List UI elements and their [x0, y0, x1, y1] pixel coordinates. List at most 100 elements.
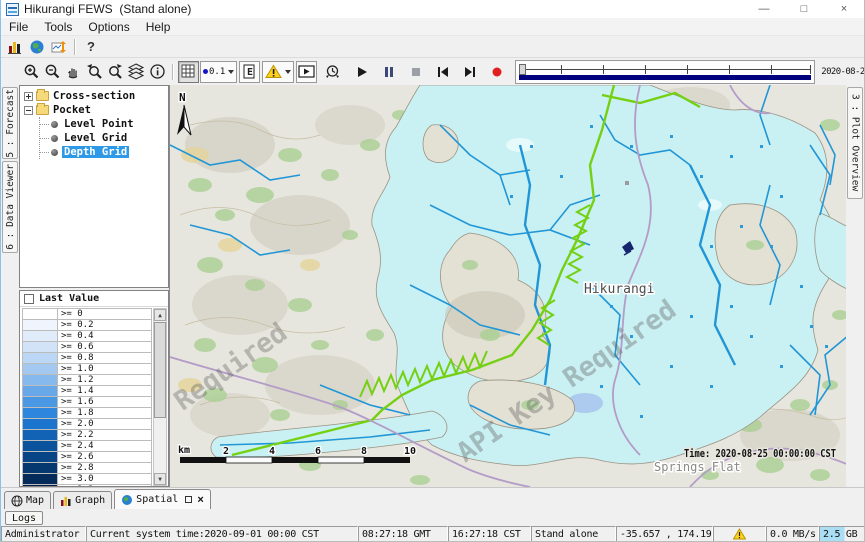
- tree-item-level-point[interactable]: Level Point: [40, 117, 168, 131]
- expand-icon[interactable]: [24, 92, 33, 101]
- right-tab-strip: 3 : Plot Overview: [846, 85, 864, 487]
- menu-file[interactable]: File: [1, 20, 36, 34]
- legend-row[interactable]: >= 1.2: [22, 374, 152, 385]
- step-back-button[interactable]: [432, 61, 453, 83]
- time-slider[interactable]: [515, 60, 815, 84]
- tab-graph[interactable]: Graph: [53, 491, 112, 509]
- legend-row-label: >= 0.4: [58, 330, 152, 341]
- legend-row[interactable]: >= 1.6: [22, 396, 152, 407]
- thresholds-dropdown[interactable]: [262, 61, 294, 83]
- tab-forecast[interactable]: 5 : Forecast: [2, 87, 18, 159]
- map-time-overlay: Time: 2020-08-25 00:00:00 CST: [684, 448, 836, 460]
- legend-color-swatch: [22, 363, 58, 374]
- legend-row[interactable]: >= 2.2: [22, 429, 152, 440]
- legend-row[interactable]: >= 0.4: [22, 330, 152, 341]
- legend-row[interactable]: >= 3.0: [22, 473, 152, 484]
- legend-row-label: >= 2.0: [58, 418, 152, 429]
- time-span-bar: [519, 75, 811, 80]
- zoom-out-button[interactable]: [42, 61, 63, 83]
- legend-row-label: >= 1.8: [58, 407, 152, 418]
- minimize-button[interactable]: —: [744, 0, 784, 18]
- legend-scrollbar[interactable]: ▲ ▼: [153, 308, 167, 486]
- spatial-viewer-button[interactable]: [26, 37, 48, 57]
- legend-row[interactable]: >= 2.8: [22, 462, 152, 473]
- legend-row[interactable]: >= 2.0: [22, 418, 152, 429]
- legend-row[interactable]: >= 0.2: [22, 319, 152, 330]
- status-memory[interactable]: 2.5 GB: [819, 526, 865, 542]
- layers-button[interactable]: [126, 61, 147, 83]
- legend-row-label: >= 0: [58, 308, 152, 319]
- toolbar-separator: [172, 64, 174, 80]
- globe-icon: [121, 494, 133, 506]
- info-button[interactable]: [147, 61, 168, 83]
- legend-toggle-button[interactable]: E: [239, 61, 260, 83]
- close-pane-icon[interactable]: ×: [197, 494, 203, 506]
- zoom-next-button[interactable]: [105, 61, 126, 83]
- help-button[interactable]: ?: [80, 37, 102, 57]
- last-value-checkbox[interactable]: [24, 294, 34, 304]
- logs-button[interactable]: Logs: [5, 511, 43, 525]
- filter-tree: Cross-section Pocket Level Point: [19, 85, 169, 288]
- scroll-up-icon[interactable]: ▲: [154, 309, 166, 321]
- status-warning[interactable]: [713, 526, 766, 542]
- scroll-down-icon[interactable]: ▼: [154, 473, 166, 485]
- menu-options[interactable]: Options: [80, 20, 137, 34]
- time-slider-track: [520, 69, 810, 70]
- legend-color-swatch: [22, 352, 58, 363]
- status-gmt-time: 08:27:18 GMT: [358, 526, 448, 542]
- animation-settings-button[interactable]: [322, 61, 343, 83]
- legend-color-swatch: [22, 473, 58, 484]
- menu-tools[interactable]: Tools: [36, 20, 80, 34]
- legend-row-label: >= 0.2: [58, 319, 152, 330]
- play-icon: [356, 66, 368, 78]
- legend-row[interactable]: >= 2.6: [22, 451, 152, 462]
- record-button[interactable]: [486, 61, 507, 83]
- legend-row[interactable]: >= 0: [22, 308, 152, 319]
- menu-help[interactable]: Help: [138, 20, 179, 34]
- close-button[interactable]: ×: [824, 0, 864, 18]
- tab-data-viewer[interactable]: 6 : Data Viewer: [2, 161, 18, 253]
- step-forward-button[interactable]: [459, 61, 480, 83]
- pause-button[interactable]: [378, 61, 399, 83]
- scrollbar-thumb[interactable]: [154, 322, 166, 418]
- legend-row[interactable]: >= 2.4: [22, 440, 152, 451]
- zoom-previous-button[interactable]: [84, 61, 105, 83]
- grid-display-button[interactable]: [178, 61, 199, 83]
- database-viewer-button[interactable]: [4, 37, 26, 57]
- tree-node-cross-section[interactable]: Cross-section: [20, 89, 168, 103]
- contour-threshold-dropdown[interactable]: 0.1: [200, 61, 237, 83]
- map-viewport[interactable]: API Key Required API Key Required N km 2…: [169, 85, 848, 487]
- collapse-icon[interactable]: [24, 106, 33, 115]
- data-viewer-panel: Cross-section Pocket Level Point: [19, 85, 169, 487]
- node-bullet-icon: [51, 121, 58, 128]
- legend-row-label: >= 1.4: [58, 385, 152, 396]
- help-label: ?: [87, 39, 95, 54]
- tree-node-pocket[interactable]: Pocket: [20, 103, 168, 117]
- zoom-in-button[interactable]: [21, 61, 42, 83]
- tab-plot-overview[interactable]: 3 : Plot Overview: [847, 87, 863, 199]
- chevron-down-icon: [228, 70, 234, 74]
- legend-row[interactable]: >= 0.8: [22, 352, 152, 363]
- maximize-button[interactable]: □: [784, 0, 824, 18]
- display-manager-button[interactable]: [48, 37, 70, 57]
- legend-row[interactable]: >= 1.0: [22, 363, 152, 374]
- svg-text:6: 6: [315, 446, 321, 457]
- stop-button[interactable]: [405, 61, 426, 83]
- current-time-label: 2020-08-25 00:00:00 CST: [821, 67, 865, 77]
- play-button[interactable]: [351, 61, 372, 83]
- legend-body: >= 0>= 0.2>= 0.4>= 0.6>= 0.8>= 1.0>= 1.2…: [20, 307, 168, 487]
- legend-color-swatch: [22, 462, 58, 473]
- pan-button[interactable]: [63, 61, 84, 83]
- tree-item-level-grid[interactable]: Level Grid: [40, 131, 168, 145]
- animation-window-button[interactable]: [296, 61, 317, 83]
- legend-color-swatch: [22, 319, 58, 330]
- restore-pane-icon[interactable]: [185, 496, 192, 503]
- tab-map[interactable]: Map: [4, 491, 51, 509]
- legend-row[interactable]: >= 1.8: [22, 407, 152, 418]
- legend-letter: E: [247, 67, 253, 78]
- tab-spatial[interactable]: Spatial ×: [114, 489, 211, 509]
- legend-row[interactable]: >= 0.6: [22, 341, 152, 352]
- legend-row[interactable]: >= 1.4: [22, 385, 152, 396]
- tree-item-depth-grid[interactable]: Depth Grid: [40, 145, 168, 159]
- time-slider-handle[interactable]: [519, 64, 526, 75]
